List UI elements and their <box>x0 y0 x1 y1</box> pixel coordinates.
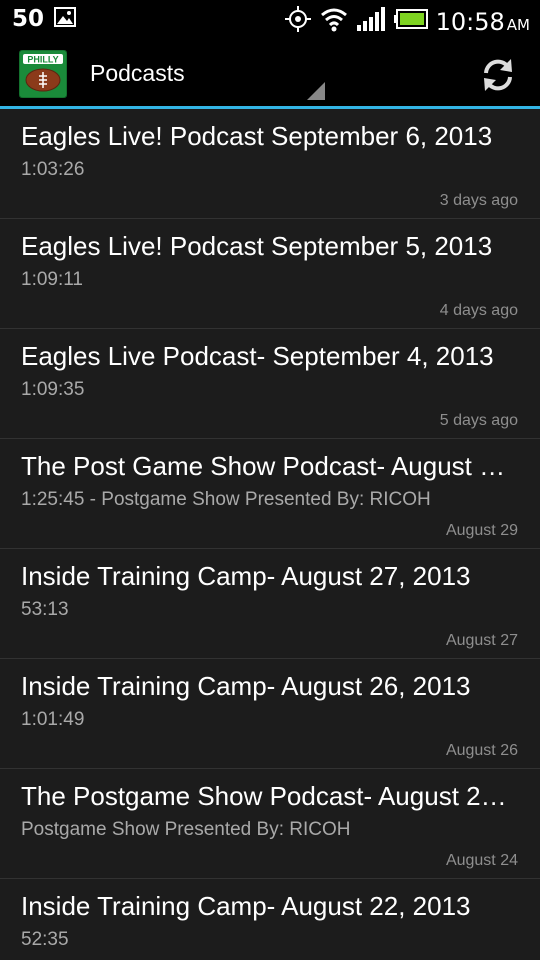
podcast-item[interactable]: Inside Training Camp- August 26, 2013 1:… <box>0 659 540 769</box>
image-icon <box>54 6 77 32</box>
action-bar <box>0 38 540 106</box>
status-right: 10:58 AM <box>284 5 530 38</box>
status-left: 50 <box>12 6 77 32</box>
notification-count: 50 <box>12 6 45 32</box>
podcast-title: Eagles Live Podcast- September 4, 2013 <box>21 341 494 371</box>
app-logo[interactable]: PHILLY <box>18 49 68 99</box>
podcast-title: The Postgame Show Podcast- August 24, 20… <box>21 781 513 811</box>
podcast-subtitle: 1:09:11 <box>21 269 83 290</box>
clock-ampm: AM <box>506 15 530 34</box>
wifi-icon <box>320 6 348 37</box>
refresh-icon <box>477 59 519 100</box>
podcast-date: 4 days ago <box>439 302 518 319</box>
clock: 10:58 AM <box>436 8 530 36</box>
dropdown-indicator-icon <box>305 82 327 107</box>
podcast-item[interactable]: Eagles Live! Podcast September 6, 2013 1… <box>0 109 540 219</box>
podcast-date: 5 days ago <box>439 412 518 429</box>
podcast-title: Inside Training Camp- August 27, 2013 <box>21 561 471 591</box>
battery-icon <box>393 9 428 34</box>
podcast-title: Eagles Live! Podcast September 6, 2013 <box>21 121 493 151</box>
podcast-item[interactable]: Inside Training Camp- August 27, 2013 53… <box>0 549 540 659</box>
podcast-title: The Post Game Show Podcast- August 29, 2… <box>21 451 513 481</box>
podcast-subtitle: 1:09:35 <box>21 379 85 400</box>
gps-icon <box>284 5 312 38</box>
podcast-item[interactable]: Eagles Live! Podcast September 5, 2013 1… <box>0 219 540 329</box>
podcast-title: Inside Training Camp- August 22, 2013 <box>21 891 471 921</box>
refresh-button[interactable] <box>477 54 519 96</box>
podcast-subtitle: 53:13 <box>21 599 69 620</box>
podcast-subtitle: Postgame Show Presented By: RICOH <box>21 819 351 840</box>
podcast-item[interactable]: The Post Game Show Podcast- August 29, 2… <box>0 439 540 549</box>
podcast-subtitle: 52:35 <box>21 929 69 950</box>
clock-time: 10:58 <box>435 7 505 36</box>
podcast-subtitle: 1:01:49 <box>21 709 85 730</box>
podcast-title: Eagles Live! Podcast September 5, 2013 <box>21 231 493 261</box>
podcast-date: August 24 <box>445 852 518 869</box>
podcast-title: Inside Training Camp- August 26, 2013 <box>21 671 471 701</box>
podcast-subtitle: 1:25:45 - Postgame Show Presented By: RI… <box>21 489 431 510</box>
podcast-list[interactable]: Eagles Live! Podcast September 6, 2013 1… <box>0 109 540 960</box>
podcast-item[interactable]: Inside Training Camp- August 22, 2013 52… <box>0 879 540 960</box>
logo-text: PHILLY <box>27 55 58 65</box>
podcast-item[interactable]: Eagles Live Podcast- September 4, 2013 1… <box>0 329 540 439</box>
podcast-date: August 29 <box>445 522 518 539</box>
status-bar: 50 10:58 AM <box>0 0 540 38</box>
podcast-date: August 27 <box>445 632 518 649</box>
signal-icon <box>356 6 386 37</box>
podcast-subtitle: 1:03:26 <box>21 159 85 180</box>
podcast-item[interactable]: The Postgame Show Podcast- August 24, 20… <box>0 769 540 879</box>
podcast-date: August 26 <box>445 742 518 759</box>
podcast-date: 3 days ago <box>439 192 518 209</box>
page-title: Podcasts <box>90 60 185 86</box>
title-dropdown[interactable]: Podcasts <box>90 60 185 96</box>
